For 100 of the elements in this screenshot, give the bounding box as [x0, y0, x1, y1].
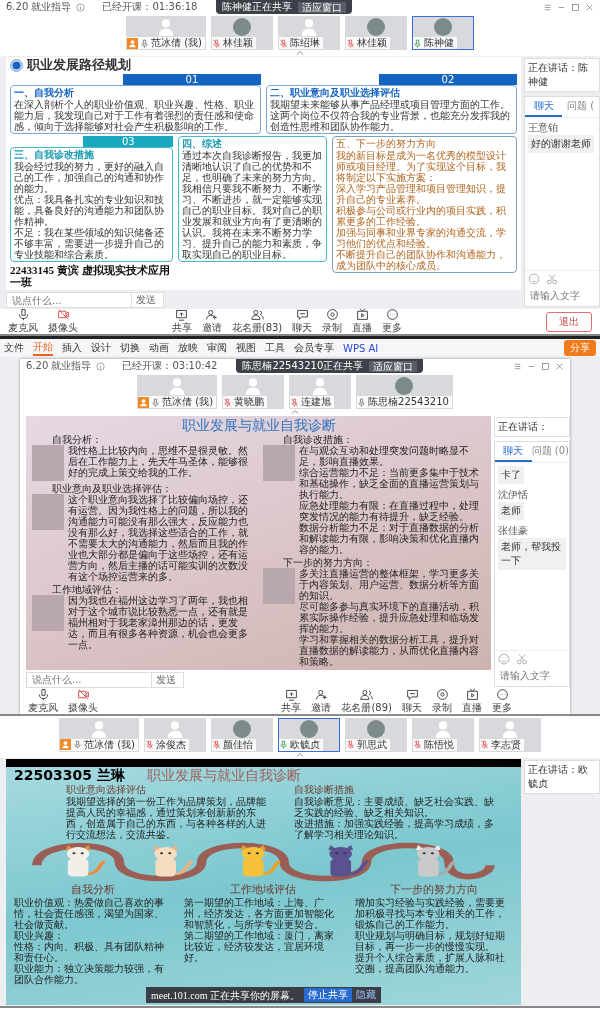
section-heading: 自我诊改措施：	[282, 433, 354, 445]
ribbon-tab[interactable]: 插入	[62, 341, 82, 356]
participant-tile[interactable]: 陈神健	[412, 16, 474, 50]
participant-name: 陈绍琳	[290, 37, 320, 49]
participant-tile[interactable]: 范冰倩 (我)	[126, 16, 206, 50]
toolbar-button[interactable]: 邀请	[201, 308, 222, 336]
chat-input-field[interactable]: 说点什么... 发送	[6, 292, 164, 309]
avatar-silhouette-icon	[244, 377, 263, 396]
section-text: 因为我也在福州这边学习了两年，我也相对于这个城市说比较熟悉一点，还有就是福州相对于我老家漳州那边的话，更发达，而且有很多各种资源，机会也会更多一点。	[68, 594, 249, 650]
ribbon-tab[interactable]: 设计	[91, 341, 111, 356]
section-heading: 自我诊断措施	[293, 784, 355, 796]
ribbon-tab[interactable]: 切换	[120, 341, 140, 356]
avatar-silhouette-icon	[168, 377, 187, 396]
participant-tile[interactable]: 陈绍琳	[278, 16, 340, 50]
avatar-photo-placeholder	[367, 18, 385, 36]
avatar-silhouette-icon	[166, 719, 184, 738]
file-menu[interactable]: 文件	[4, 341, 24, 356]
ribbon-tab[interactable]: 放映	[178, 341, 198, 356]
toolbar-button[interactable]: 聊天	[402, 687, 422, 715]
maximize-icon[interactable]	[571, 2, 580, 12]
participant-tile[interactable]: 涂俊杰	[144, 717, 206, 752]
toolbar-button[interactable]: 邀请	[311, 687, 332, 715]
cat-drawing	[240, 845, 281, 877]
participant-tile[interactable]: 连建旭	[289, 375, 352, 410]
participant-name: 林佳颖	[357, 37, 387, 49]
menu-icon[interactable]	[513, 362, 522, 371]
info-icon[interactable]	[76, 2, 86, 12]
ribbon-tab[interactable]: 视图	[236, 341, 256, 356]
message-input-field[interactable]: 请输入文字	[495, 666, 569, 686]
scissors-icon[interactable]	[546, 273, 558, 286]
participant-tile[interactable]: 李志贤	[479, 717, 541, 752]
ribbon-tab[interactable]: 工具	[265, 341, 285, 356]
toolbar-button[interactable]: 麦克风	[8, 308, 38, 336]
participant-tile[interactable]: 林佳颖	[345, 16, 407, 50]
fit-window-button[interactable]: 适应窗口	[298, 1, 347, 13]
toolbar-button[interactable]: 摄像头	[48, 308, 78, 336]
toolbar-button[interactable]: 直播	[352, 308, 373, 336]
scissors-icon[interactable]	[516, 652, 528, 665]
toolbar-button[interactable]: 更多	[492, 687, 512, 715]
section-heading: 工作地域评估：	[52, 583, 123, 595]
close-icon[interactable]	[555, 362, 564, 371]
chat-tab[interactable]: 聊天	[495, 442, 532, 463]
wps-ai-button[interactable]: WPS AI	[343, 343, 379, 354]
participant-name: 李志贤	[491, 738, 521, 751]
notice-text: meet.101.com 正在共享你的屏幕。	[150, 989, 301, 1001]
participant-tile[interactable]: 陈悟悦	[412, 717, 474, 752]
participant-tile[interactable]: 黄晓鹏	[222, 375, 285, 410]
menu-icon[interactable]	[543, 2, 552, 12]
section-text: 尽可能多参与真实环境下的直播活动，积累实际操作经验，提升应急处理和临场发挥的能力。	[298, 600, 480, 634]
emoji-icon[interactable]	[498, 652, 510, 665]
participant-name: 范冰倩 (我)	[162, 396, 214, 409]
toolbar-button[interactable]: 聊天	[292, 308, 313, 336]
toolbar-button[interactable]: 录制	[432, 687, 452, 715]
section-heading: 职业意向选择评估	[66, 784, 147, 796]
hide-button[interactable]: 隐藏	[356, 988, 377, 1003]
participant-tile[interactable]: 范冰倩 (我)	[137, 375, 218, 410]
stop-sharing-button[interactable]: 停止共享	[304, 988, 353, 1003]
toolbar-button[interactable]: 更多	[382, 308, 403, 336]
participant-tile[interactable]: 陈思楠22543210	[356, 375, 453, 410]
ribbon-tab[interactable]: 审阅	[207, 341, 227, 356]
section-text: 学习和掌握相关的数据分析工具，提升对直播数据的解读能力，从而优化直播内容和策略。	[298, 633, 480, 667]
chat-tab[interactable]: 聊天	[525, 97, 562, 117]
sender-name: 王意铂	[528, 121, 559, 135]
maximize-icon[interactable]	[541, 362, 550, 371]
toolbar-button[interactable]: 共享	[171, 308, 192, 336]
ribbon-tab[interactable]: 动画	[149, 341, 169, 356]
chat-input-field[interactable]: 说点什么... 发送	[26, 671, 184, 688]
emoji-icon[interactable]	[528, 273, 540, 286]
fit-window-button[interactable]: 适应窗口	[369, 361, 418, 372]
section-text: 第二期望的工作地域：厦门，离家比较近，经济较发达，宜居环境好。	[184, 930, 336, 964]
participant-tile[interactable]: 林佳颖	[211, 16, 273, 50]
participant-tile[interactable]: 欧毓贞	[278, 717, 340, 752]
participant-tile[interactable]: 范冰倩 (我)	[59, 717, 139, 752]
exit-button[interactable]: 退出	[546, 312, 592, 332]
section-text: 我性格上比较内向，思维不是很灵敏。然后在工作能力上，先天牛马圣体，能够很好的完成上策交给我的工作。	[68, 444, 249, 478]
toolbar-button[interactable]: 共享	[281, 687, 302, 715]
participant-name: 涂俊杰	[156, 738, 186, 751]
message-input-field[interactable]: 请输入文字	[525, 287, 599, 307]
chat-tab[interactable]: 问题 (	[562, 97, 599, 117]
send-button[interactable]: 发送	[131, 293, 160, 308]
participant-name: 林佳颖	[223, 37, 253, 49]
toolbar-button[interactable]: 摄像头	[68, 687, 98, 715]
section-text: 综合运营能力不足：当前更多集中于技术和基础操作，缺乏全面的直播运营策划与执行能力。	[298, 466, 480, 500]
participant-tile[interactable]: 颜佳怡	[211, 717, 273, 752]
avatar-silhouette-icon	[157, 18, 175, 36]
chat-tab[interactable]: 问题 (0)	[531, 442, 569, 463]
card-text: 优点：我具备扎实的专业知识和技能，具备良好的沟通能力和团队协作精神。	[14, 194, 165, 228]
toolbar-button[interactable]: 直播	[462, 687, 482, 715]
info-icon[interactable]	[96, 362, 106, 371]
toolbar-button[interactable]: 花名册(89)	[341, 687, 392, 715]
avatar-photo-placeholder	[434, 18, 452, 36]
section-text: 改进措施：加强实践经验，提高学习成绩，多了解学习相关理论知识。	[293, 818, 495, 841]
toolbar-button[interactable]: 录制	[322, 308, 343, 336]
ribbon-tab[interactable]: 会员专享	[294, 341, 334, 356]
participant-tile[interactable]: 郭思武	[345, 717, 407, 752]
toolbar-button[interactable]: 麦克风	[28, 687, 58, 715]
close-icon[interactable]	[585, 2, 594, 12]
send-button[interactable]: 发送	[151, 672, 180, 687]
toolbar-button[interactable]: 花名册(83)	[231, 308, 283, 336]
slide-title: 职业发展与就业自我诊断	[146, 767, 301, 784]
